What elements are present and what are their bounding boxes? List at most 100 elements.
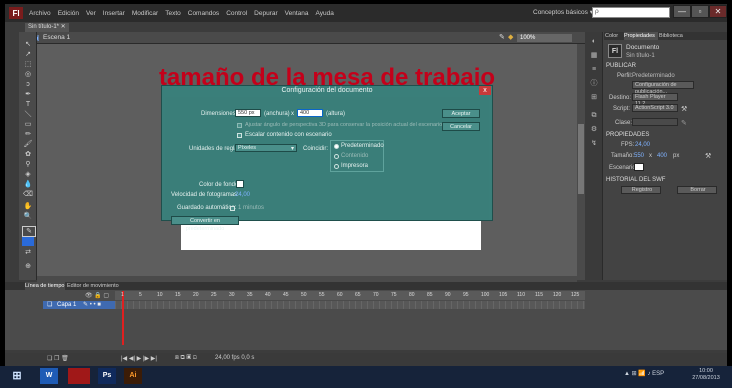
swap-colors-icon[interactable]: ⇄ (22, 248, 34, 257)
menu-ayuda[interactable]: Ayuda (316, 10, 334, 17)
taskbar-clock[interactable]: 10:00 27/08/2013 (688, 368, 724, 382)
new-layer-icons[interactable]: ❏ ❐ 🗑 (47, 355, 69, 362)
size-height-value[interactable]: 400 (657, 153, 667, 159)
auto-save-checkbox[interactable] (230, 206, 235, 211)
match-printer-radio[interactable] (334, 164, 339, 169)
publish-section-header[interactable]: PUBLICAR (606, 63, 636, 69)
tab-library[interactable]: Biblioteca (659, 32, 689, 40)
photoshop-taskbar-button[interactable]: Ps (98, 368, 116, 384)
class-input[interactable] (632, 118, 678, 126)
layer-frames[interactable] (115, 301, 585, 309)
flash-taskbar-button[interactable] (68, 368, 90, 384)
scene-label[interactable]: Escena 1 (43, 34, 70, 41)
snap-to-objects-icon[interactable]: ⊕ (22, 262, 34, 271)
stage-color-swatch[interactable] (634, 163, 644, 171)
tab-color[interactable]: Color (605, 32, 623, 40)
motion-presets-icon[interactable]: ↯ (589, 140, 599, 148)
size-width-value[interactable]: 550 (634, 153, 644, 159)
menu-ver[interactable]: Ver (86, 10, 96, 17)
info-panel-icon[interactable]: ⓘ (589, 80, 599, 88)
fps-prop-value[interactable]: 24,00 (635, 142, 650, 148)
rectangle-tool-icon[interactable]: ▭ (22, 120, 34, 129)
bg-color-swatch[interactable] (236, 180, 244, 188)
make-default-button[interactable]: Convertir en predeterminado (171, 216, 239, 232)
text-tool-icon[interactable]: T (22, 100, 34, 109)
color-panel-icon[interactable]: ◐ (589, 38, 599, 46)
document-settings-icon[interactable]: ⚒ (705, 152, 711, 160)
line-tool-icon[interactable]: ＼ (22, 110, 34, 119)
match-default-radio[interactable] (334, 144, 339, 149)
eyedropper-tool-icon[interactable]: 💧 (22, 180, 34, 189)
brush-tool-icon[interactable]: 🖌 (22, 140, 34, 149)
stroke-color-icon[interactable]: ✎ (22, 226, 36, 237)
playback-controls[interactable]: |◀ ◀| ▶ |▶ ▶| (121, 355, 157, 362)
dialog-close-button[interactable]: x (479, 86, 491, 95)
transform-panel-icon[interactable]: ⊞ (589, 94, 599, 102)
log-button[interactable]: Registro (621, 186, 661, 194)
layer-row[interactable] (43, 301, 115, 309)
menu-archivo[interactable]: Archivo (29, 10, 51, 17)
pen-tool-icon[interactable]: ✒ (22, 90, 34, 99)
adjust-3d-checkbox[interactable] (237, 123, 242, 128)
align-panel-icon[interactable]: ≡ (589, 66, 599, 74)
menu-texto[interactable]: Texto (165, 10, 181, 17)
height-input[interactable]: 400 (297, 109, 323, 117)
eraser-tool-icon[interactable]: ⌫ (22, 190, 34, 199)
code-snippets-icon[interactable]: ⧉ (589, 112, 599, 120)
menu-ventana[interactable]: Ventana (285, 10, 309, 17)
menu-insertar[interactable]: Insertar (103, 10, 125, 17)
3d-rotation-tool-icon[interactable]: ◎ (22, 70, 34, 79)
minimize-button[interactable]: — (673, 5, 691, 18)
system-tray[interactable]: ▲ ⊞ 📶 ♪ ESP (624, 370, 664, 377)
frame-ruler[interactable] (115, 291, 585, 300)
help-search-input[interactable]: ρ (592, 7, 670, 18)
script-select[interactable]: ActionScript 3.0 (632, 104, 678, 112)
wrench-icon[interactable]: ⚒ (681, 105, 687, 113)
ruler-units-select[interactable]: Píxeles (235, 144, 297, 152)
profile-value[interactable]: Predeterminado (632, 73, 675, 79)
ok-button[interactable]: Aceptar (442, 109, 480, 118)
pencil-tool-icon[interactable]: ✏ (22, 130, 34, 139)
zoom-select[interactable]: 100% (517, 34, 572, 42)
fps-readout[interactable]: 24,00 fps 0,0 s (215, 355, 254, 361)
components-panel-icon[interactable]: ⚙ (589, 126, 599, 134)
close-window-button[interactable]: ✕ (709, 5, 727, 18)
menu-control[interactable]: Control (226, 10, 247, 17)
menu-edicion[interactable]: Edición (58, 10, 79, 17)
word-taskbar-button[interactable]: W (40, 368, 58, 384)
edit-scene-icon[interactable]: ◆ (508, 33, 513, 41)
scale-content-checkbox[interactable] (237, 133, 242, 138)
layer-name[interactable]: Capa 1 (57, 301, 76, 309)
tab-timeline[interactable]: Línea de tiempo (25, 282, 65, 290)
properties-section-header[interactable]: PROPIEDADES (606, 132, 649, 138)
swatches-panel-icon[interactable]: ▦ (589, 52, 599, 60)
clear-button[interactable]: Borrar (677, 186, 717, 194)
tab-properties[interactable]: Propiedades (624, 32, 658, 40)
fill-color-icon[interactable] (22, 237, 34, 246)
free-transform-tool-icon[interactable]: ⬚ (22, 60, 34, 69)
workspace-switcher[interactable]: Conceptos básicos ▾ (533, 8, 593, 16)
menu-modificar[interactable]: Modificar (132, 10, 158, 17)
menu-depurar[interactable]: Depurar (254, 10, 277, 17)
edit-class-icon[interactable]: ✎ (681, 119, 687, 127)
document-tab[interactable]: Sin título-1* ✕ (25, 23, 69, 32)
selection-tool-icon[interactable]: ↖ (22, 40, 34, 49)
fps-value[interactable]: 24,00 (235, 192, 250, 198)
lasso-tool-icon[interactable]: ↄ (22, 80, 34, 89)
cancel-button[interactable]: Cancelar (442, 122, 480, 131)
paint-bucket-tool-icon[interactable]: ◈ (22, 170, 34, 179)
hand-tool-icon[interactable]: ✋ (22, 202, 34, 211)
start-button-icon[interactable]: ⊞ (10, 368, 24, 384)
target-select[interactable]: Flash Player 11.2 (632, 93, 678, 107)
illustrator-taskbar-button[interactable]: Ai (124, 368, 142, 384)
match-contents-radio[interactable] (334, 154, 339, 159)
maximize-button[interactable]: ▫ (691, 5, 709, 18)
edit-symbols-icon[interactable]: ✎ (499, 33, 505, 41)
playhead[interactable] (122, 291, 124, 345)
zoom-tool-icon[interactable]: 🔍 (22, 212, 34, 221)
vertical-scrollbar-thumb[interactable] (578, 124, 584, 194)
bone-tool-icon[interactable]: ⚲ (22, 160, 34, 169)
swf-history-header[interactable]: HISTORIAL DEL SWF (606, 177, 665, 183)
menu-comandos[interactable]: Comandos (188, 10, 219, 17)
subselection-tool-icon[interactable]: ↗ (22, 50, 34, 59)
